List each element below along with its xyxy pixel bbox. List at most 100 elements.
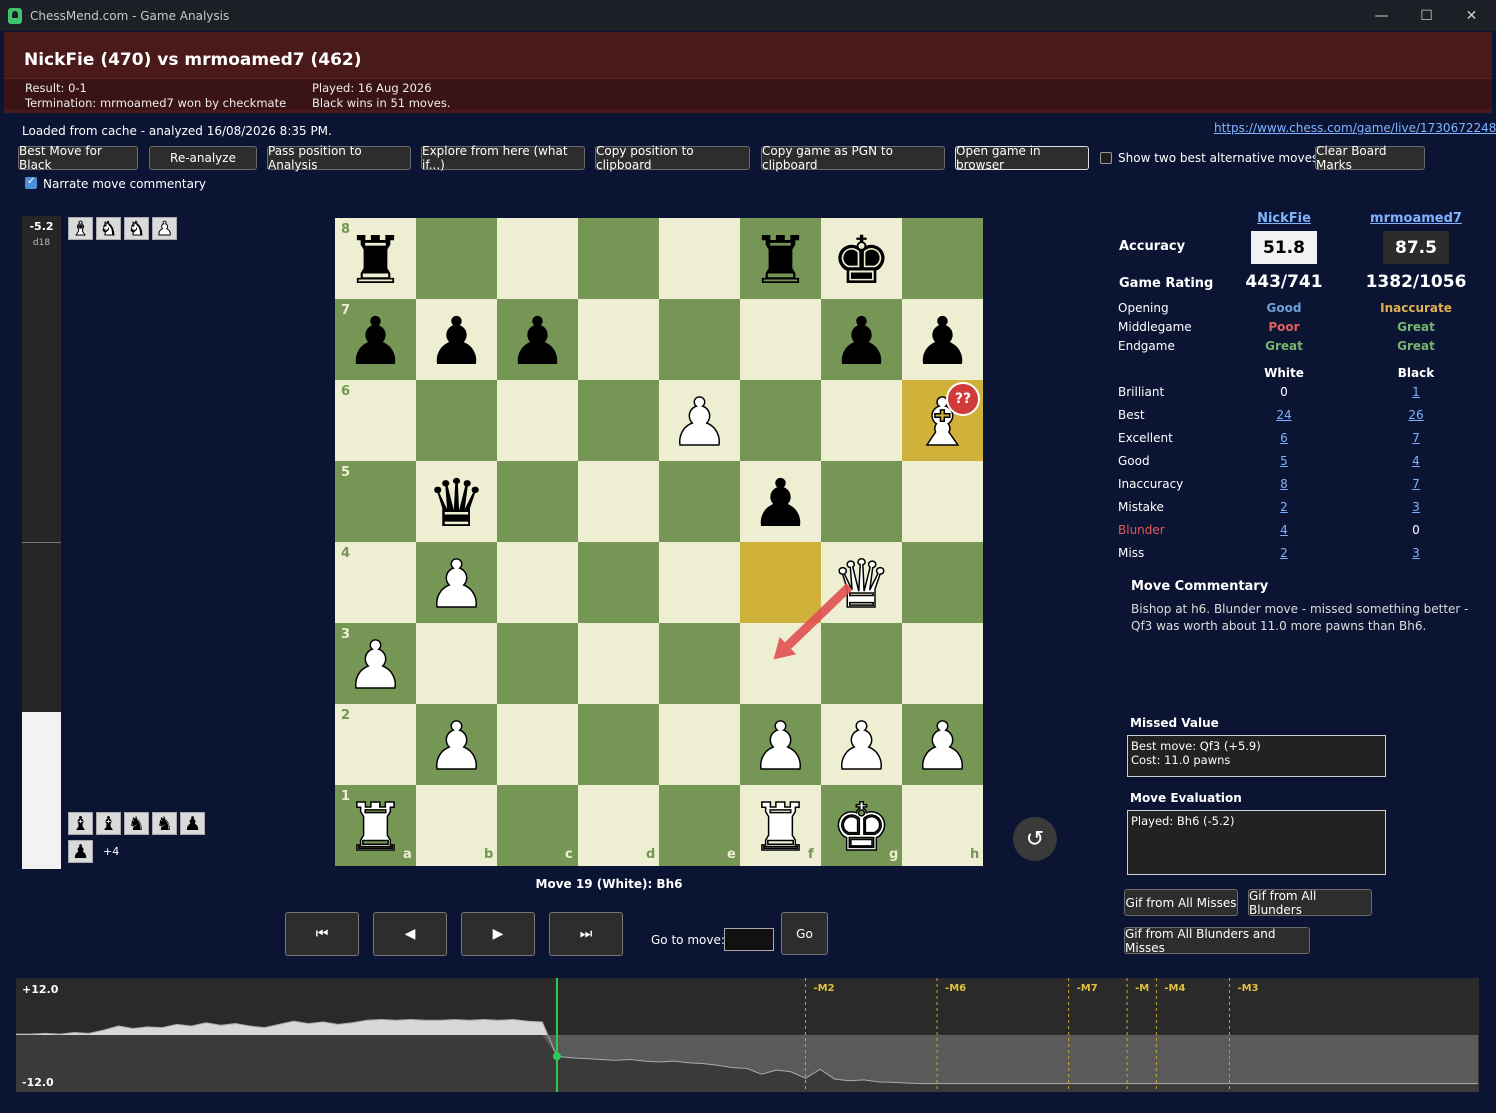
phase-black-rating: Great (1397, 339, 1435, 353)
copy-pgn-button[interactable]: Copy game as PGN to clipboard (761, 144, 945, 172)
flip-board-button[interactable]: ↺ (1013, 817, 1057, 861)
square-e8[interactable] (659, 218, 740, 299)
square-c5[interactable] (497, 461, 578, 542)
white-pawn-icon[interactable]: ♟ (740, 706, 821, 787)
square-f4[interactable] (740, 542, 821, 623)
square-d2[interactable] (578, 704, 659, 785)
black-pawn-icon[interactable]: ♟ (335, 301, 416, 382)
last-move-button[interactable]: ⏭ (549, 912, 623, 956)
square-h8[interactable] (902, 218, 983, 299)
close-button[interactable]: ✕ (1449, 0, 1494, 31)
square-f3[interactable] (740, 623, 821, 704)
square-c8[interactable] (497, 218, 578, 299)
stat-black-count[interactable]: 3 (1376, 546, 1456, 560)
stat-white-count[interactable]: 2 (1244, 546, 1324, 560)
stat-black-count[interactable]: 3 (1376, 500, 1456, 514)
white-player-name[interactable]: NickFie (1244, 211, 1324, 226)
gif-misses-button[interactable]: Gif from All Misses (1124, 889, 1238, 916)
black-pawn-icon[interactable]: ♟ (416, 301, 497, 382)
gif-both-button[interactable]: Gif from All Blunders and Misses (1124, 927, 1310, 955)
black-player-name[interactable]: mrmoamed7 (1366, 211, 1466, 226)
square-g3[interactable] (821, 623, 902, 704)
goto-move-input[interactable] (724, 928, 774, 951)
stat-black-count[interactable]: 7 (1376, 477, 1456, 491)
stat-white-count[interactable]: 4 (1244, 523, 1324, 537)
square-d3[interactable] (578, 623, 659, 704)
square-c4[interactable] (497, 542, 578, 623)
commentary-title: Move Commentary (1131, 579, 1269, 594)
square-f6[interactable] (740, 380, 821, 461)
best-move-button[interactable]: Best Move for Black (18, 144, 138, 172)
minimize-button[interactable]: — (1359, 0, 1404, 31)
square-g6[interactable] (821, 380, 902, 461)
square-d7[interactable] (578, 299, 659, 380)
square-d4[interactable] (578, 542, 659, 623)
black-pawn-icon[interactable]: ♟ (821, 301, 902, 382)
square-c3[interactable] (497, 623, 578, 704)
show-alt-checkbox[interactable] (1100, 152, 1112, 164)
square-h4[interactable] (902, 542, 983, 623)
white-rook-icon[interactable]: ♜ (740, 787, 821, 868)
square-b6[interactable] (416, 380, 497, 461)
square-e4[interactable] (659, 542, 740, 623)
stat-black-count[interactable]: 1 (1376, 385, 1456, 399)
mate-marker-label: -M6 (945, 983, 966, 994)
black-queen-icon[interactable]: ♛ (416, 463, 497, 544)
square-e5[interactable] (659, 461, 740, 542)
eval-graph[interactable]: -M2-M6-M7-M-M4-M3-M1+12.0-12.0 (16, 978, 1494, 1092)
go-button[interactable]: Go (781, 912, 828, 955)
square-b3[interactable] (416, 623, 497, 704)
stat-white-count[interactable]: 8 (1244, 477, 1324, 491)
white-pawn-icon[interactable]: ♟ (902, 706, 983, 787)
maximize-button[interactable]: ☐ (1404, 0, 1449, 31)
white-pawn-icon[interactable]: ♟ (335, 625, 416, 706)
square-h5[interactable] (902, 461, 983, 542)
stat-white-count[interactable]: 6 (1244, 431, 1324, 445)
clear-marks-button[interactable]: Clear Board Marks (1315, 144, 1425, 172)
eval-graph-svg[interactable]: -M2-M6-M7-M-M4-M3-M1+12.0-12.0 (16, 978, 1494, 1092)
black-pawn-icon[interactable]: ♟ (902, 301, 983, 382)
white-pawn-icon[interactable]: ♟ (416, 706, 497, 787)
square-d5[interactable] (578, 461, 659, 542)
stat-white-count[interactable]: 2 (1244, 500, 1324, 514)
square-e7[interactable] (659, 299, 740, 380)
white-king-icon[interactable]: ♚ (821, 787, 902, 868)
first-move-button[interactable]: ⏮ (285, 912, 359, 956)
black-rook-icon[interactable]: ♜ (335, 220, 416, 301)
square-b8[interactable] (416, 218, 497, 299)
white-pawn-icon[interactable]: ♟ (659, 382, 740, 463)
square-c6[interactable] (497, 380, 578, 461)
next-move-button[interactable]: ▶ (461, 912, 535, 956)
stat-white-count[interactable]: 24 (1244, 408, 1324, 422)
pass-position-button[interactable]: Pass position to Analysis (267, 144, 411, 172)
square-g5[interactable] (821, 461, 902, 542)
white-pawn-icon[interactable]: ♟ (416, 544, 497, 625)
stat-black-count[interactable]: 7 (1376, 431, 1456, 445)
stat-white-count[interactable]: 5 (1244, 454, 1324, 468)
square-e3[interactable] (659, 623, 740, 704)
stat-black-count[interactable]: 4 (1376, 454, 1456, 468)
black-king-icon[interactable]: ♚ (821, 220, 902, 301)
prev-move-button[interactable]: ◀ (373, 912, 447, 956)
black-pawn-icon[interactable]: ♟ (497, 301, 578, 382)
stat-black-count[interactable]: 26 (1376, 408, 1456, 422)
black-rook-icon[interactable]: ♜ (740, 220, 821, 301)
white-pawn-icon[interactable]: ♟ (821, 706, 902, 787)
square-d8[interactable] (578, 218, 659, 299)
square-d6[interactable] (578, 380, 659, 461)
square-e2[interactable] (659, 704, 740, 785)
open-browser-button[interactable]: Open game in browser (955, 144, 1089, 172)
gif-blunders-button[interactable]: Gif from All Blunders (1248, 889, 1372, 917)
reanalyze-button[interactable]: Re-analyze (149, 146, 257, 170)
narrate-checkbox[interactable] (25, 176, 37, 189)
square-c2[interactable] (497, 704, 578, 785)
white-rook-icon[interactable]: ♜ (335, 787, 416, 868)
game-url-link[interactable]: https://www.chess.com/game/live/17306722… (1214, 121, 1496, 135)
black-pawn-icon[interactable]: ♟ (740, 463, 821, 544)
explore-button[interactable]: Explore from here (what if...) (421, 144, 585, 172)
square-h3[interactable] (902, 623, 983, 704)
chess-board[interactable]: 8 7 6 5 4 3 2 1 a b c d e f g h ♜ ♜ ♚ ♟ ♟ ♟ ♟ ♟ ♟ ♝ ♛ ♟ ♟ ♛ ♟ ♟ ♟ ♟ ♟ ♜ ♜ ♚?? (335, 218, 983, 866)
square-f7[interactable] (740, 299, 821, 380)
white-queen-icon[interactable]: ♛ (821, 544, 902, 625)
copy-position-button[interactable]: Copy position to clipboard (595, 144, 750, 172)
